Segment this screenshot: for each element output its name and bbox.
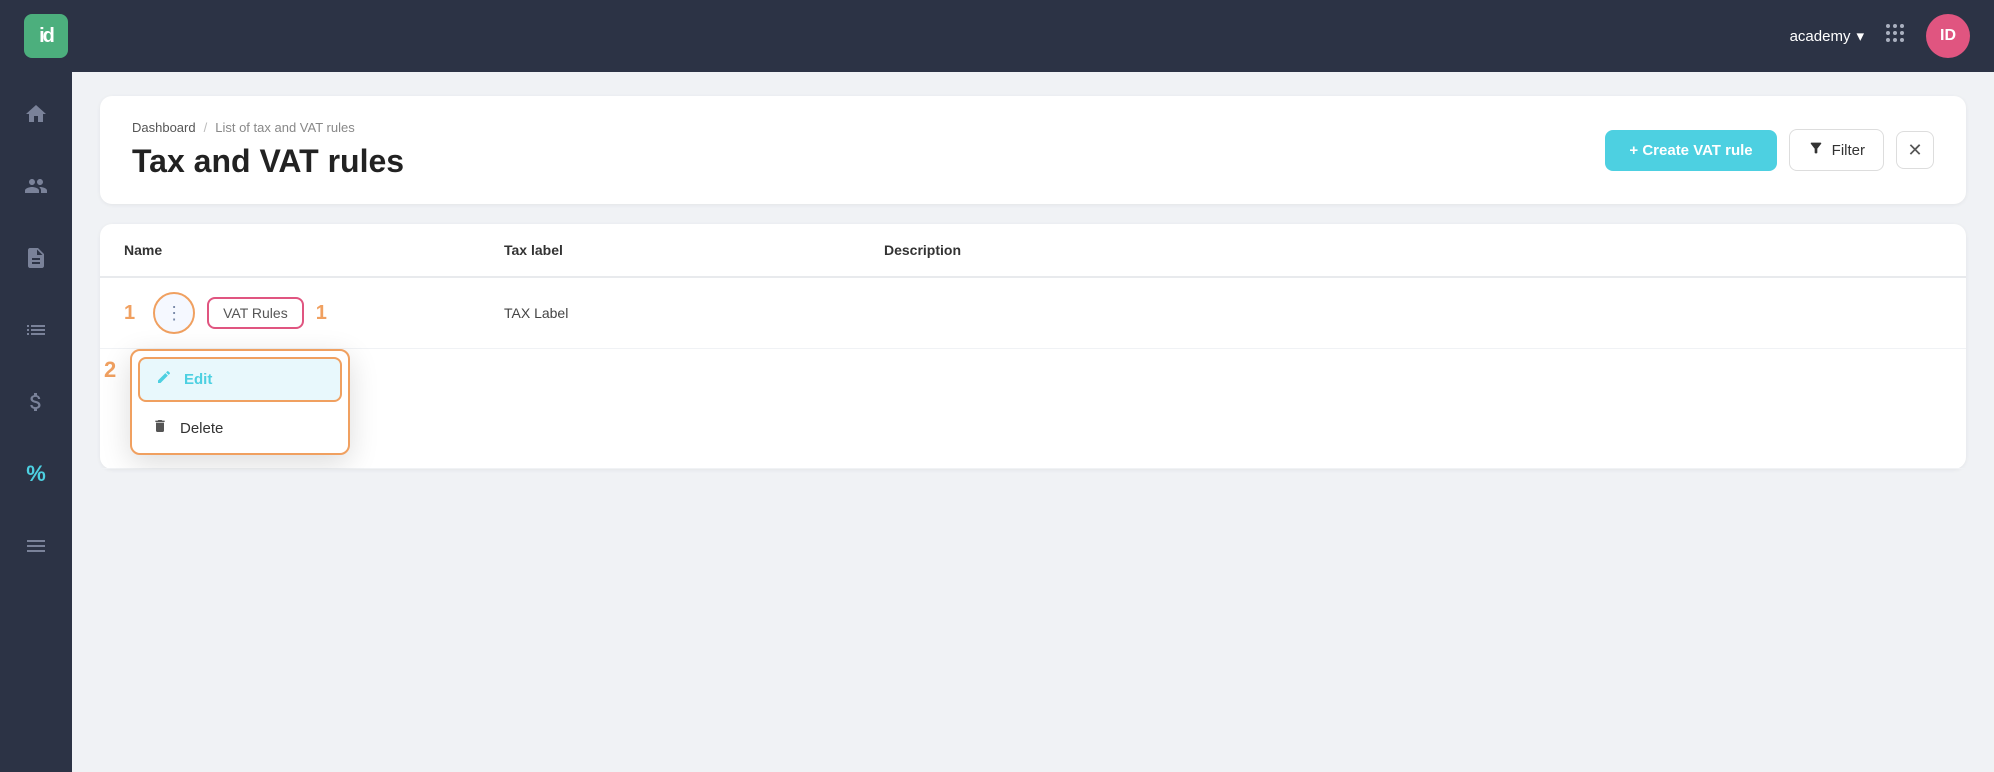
apps-grid-icon[interactable] (1884, 22, 1906, 50)
dropdown-container-cell: 2 Edit (100, 349, 1966, 469)
sidebar-item-home[interactable] (14, 92, 58, 136)
breadcrumb: Dashboard / List of tax and VAT rules (132, 120, 404, 135)
header-right: + Create VAT rule Filter ✕ (1605, 129, 1934, 171)
table-wrapper: Name Tax label Description 1 ⋮ (100, 224, 1966, 469)
filter-button[interactable]: Filter (1789, 129, 1884, 171)
edit-label: Edit (184, 371, 212, 388)
table-card: Name Tax label Description 1 ⋮ (100, 224, 1966, 469)
row-tax-label-cell: TAX Label (480, 277, 860, 349)
table-header: Name Tax label Description (100, 224, 1966, 277)
sidebar-item-billing[interactable] (14, 380, 58, 424)
sidebar-item-list[interactable] (14, 308, 58, 352)
filter-icon (1808, 140, 1824, 160)
filter-label: Filter (1832, 142, 1865, 159)
sidebar-item-documents[interactable] (14, 236, 58, 280)
chevron-down-icon: ▾ (1856, 27, 1864, 45)
sidebar-item-reports[interactable] (14, 524, 58, 568)
col-tax-label: Tax label (480, 224, 860, 277)
step-1-right-label: 1 (316, 302, 327, 325)
user-avatar[interactable]: ID (1926, 14, 1970, 58)
breadcrumb-separator: / (204, 120, 208, 135)
breadcrumb-current: List of tax and VAT rules (215, 120, 354, 135)
sidebar-item-tax[interactable]: % (14, 452, 58, 496)
delete-menu-item[interactable]: Delete (132, 408, 348, 453)
col-description: Description (860, 224, 1966, 277)
row-menu-button[interactable]: ⋮ (153, 292, 195, 334)
main-layout: % Dashboard / List of tax and VAT rules … (0, 72, 1994, 772)
app-logo[interactable]: id (24, 14, 68, 58)
header-left: Dashboard / List of tax and VAT rules Ta… (132, 120, 404, 180)
vat-rules-badge[interactable]: VAT Rules (207, 297, 304, 329)
edit-icon (156, 369, 172, 390)
col-name: Name (100, 224, 480, 277)
step-1-left-label: 1 (124, 302, 135, 325)
edit-menu-item[interactable]: Edit (138, 357, 342, 402)
delete-label: Delete (180, 420, 223, 437)
navbar-right: academy ▾ ID (1790, 14, 1970, 58)
step-2-label: 2 (104, 357, 116, 383)
academy-label: academy (1790, 28, 1851, 45)
row-dropdown-menu: Edit Delete (130, 349, 350, 455)
breadcrumb-dashboard[interactable]: Dashboard (132, 120, 196, 135)
header-card: Dashboard / List of tax and VAT rules Ta… (100, 96, 1966, 204)
delete-icon (152, 418, 168, 439)
table-row: 1 ⋮ VAT Rules 1 TAX Label (100, 277, 1966, 349)
row-description-cell (860, 277, 1966, 349)
vat-rules-table: Name Tax label Description 1 ⋮ (100, 224, 1966, 469)
sidebar-item-users[interactable] (14, 164, 58, 208)
row-name-cell: 1 ⋮ VAT Rules 1 (100, 277, 480, 349)
page-title: Tax and VAT rules (132, 143, 404, 180)
sidebar: % (0, 72, 72, 772)
navbar-left: id (24, 14, 68, 58)
dropdown-row: 2 Edit (100, 349, 1966, 469)
academy-menu[interactable]: academy ▾ (1790, 27, 1864, 45)
row-actions: 1 ⋮ VAT Rules 1 (124, 292, 456, 334)
content-area: Dashboard / List of tax and VAT rules Ta… (72, 72, 1994, 772)
table-body: 1 ⋮ VAT Rules 1 TAX Label (100, 277, 1966, 469)
create-vat-rule-button[interactable]: + Create VAT rule (1605, 130, 1776, 171)
navbar: id academy ▾ ID (0, 0, 1994, 72)
close-filter-button[interactable]: ✕ (1896, 131, 1934, 169)
dots-icon: ⋮ (165, 303, 183, 324)
